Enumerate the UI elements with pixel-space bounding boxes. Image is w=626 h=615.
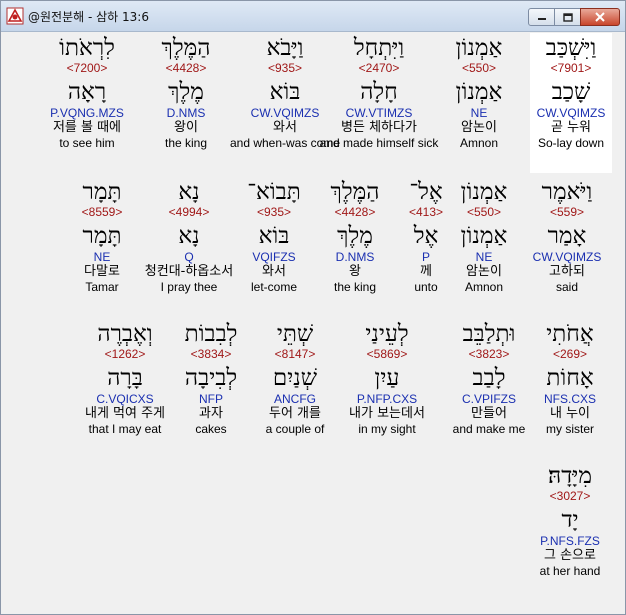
hebrew-word: לִרְאֹתוֹ: [59, 35, 115, 61]
minimize-icon: [537, 18, 546, 20]
strongs-number: <8559>: [81, 205, 123, 219]
app-icon: [6, 7, 24, 25]
korean-gloss: 저를 볼 때에: [52, 120, 122, 135]
morphology-code: P.NFS.FZS: [540, 534, 600, 548]
hebrew-word: תָּמָר: [82, 179, 122, 205]
word-cell[interactable]: מִיָּדָהּ׃ <3027> יָד P.NFS.FZS 그 손으로 at her …: [500, 463, 626, 593]
maximize-button[interactable]: [554, 8, 581, 26]
hebrew-word: מִיָּדָהּ׃: [548, 463, 592, 489]
korean-gloss: 그 손으로: [544, 548, 596, 563]
app-window: @원전분해 - 삼하 13:6 וַיִּשְׁכַּב <7901> שָׁכַב…: [0, 0, 626, 615]
english-gloss: Tamar: [85, 280, 119, 294]
strongs-number: <3027>: [549, 489, 591, 503]
window-controls: [528, 8, 620, 26]
morphology-code: NE: [93, 250, 111, 264]
korean-gloss: 다말로: [84, 264, 120, 279]
korean-gloss: 내게 먹여 주게: [84, 406, 166, 421]
strongs-number: <1262>: [104, 347, 146, 361]
title-bar[interactable]: @원전분해 - 삼하 13:6: [1, 1, 625, 32]
lexical-form: יָד: [561, 507, 579, 533]
morphology-code: C.VQICXS: [96, 392, 154, 406]
morphology-code: P.VQNG.MZS: [50, 106, 124, 120]
window-title: @원전분해 - 삼하 13:6: [28, 10, 149, 24]
english-gloss: at her hand: [539, 564, 601, 578]
english-gloss: that I may eat: [88, 422, 162, 436]
close-icon: [595, 12, 605, 22]
word-cell[interactable]: וְאֶבְרֶה <1262> בָּרָה C.VQICXS 내게 먹여 주게 tha…: [55, 321, 195, 451]
analysis-pane[interactable]: וַיִּשְׁכַּב <7901> שָׁכַב CW.VQIMZS 곧 누워 So-…: [5, 33, 621, 610]
hebrew-word: וְאֶבְרֶה: [97, 321, 153, 347]
lexical-form: בָּרָה: [107, 365, 143, 391]
english-gloss: to see him: [59, 136, 115, 150]
strongs-number: <7200>: [66, 61, 108, 75]
lexical-form: רָאָה: [67, 79, 107, 105]
minimize-button[interactable]: [528, 8, 555, 26]
word-cell[interactable]: לִרְאֹתוֹ <7200> רָאָה P.VQNG.MZS 저를 볼 때에 to …: [17, 35, 157, 165]
word-cell[interactable]: תָּמָר <8559> תָּמָר NE 다말로 Tamar: [32, 179, 172, 309]
maximize-icon: [562, 12, 573, 22]
close-button[interactable]: [580, 8, 620, 26]
lexical-form: תָּמָר: [82, 223, 122, 249]
